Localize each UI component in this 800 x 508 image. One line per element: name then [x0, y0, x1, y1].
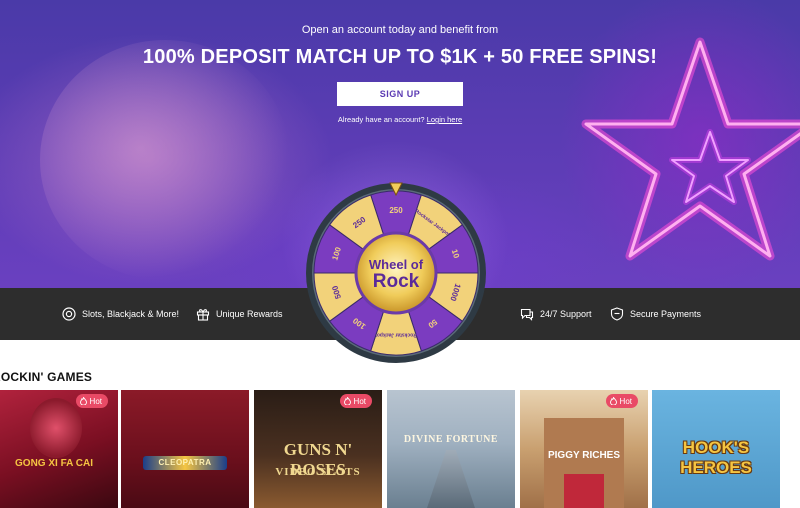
promo-subtitle: Open an account today and benefit from — [301, 24, 499, 36]
hot-badge-label: Hot — [619, 396, 632, 406]
game-art — [121, 390, 249, 508]
wheel-of-rock[interactable]: 250 Rockstar Jackpot10100050Rockstar Jack… — [304, 181, 488, 365]
game-tile-divine-fortune[interactable]: DIVINE FORTUNE — [387, 390, 515, 508]
game-title: PIGGY RICHES — [547, 450, 621, 461]
game-title: GONG XI FA CAI — [15, 458, 93, 469]
wheel-segment-label: 250 — [389, 206, 403, 215]
hot-badge-label: Hot — [89, 396, 102, 406]
shield-icon — [610, 307, 624, 321]
games-row: GONG XI FA CAI Hot CLEOPATRA GUNS N' ROS… — [0, 390, 800, 508]
wheel-title-line1: Wheel of — [369, 257, 424, 272]
wheel-title-line2: Rock — [373, 271, 420, 292]
chip-icon — [62, 307, 76, 321]
login-prompt: Already have an account? Login here — [0, 115, 800, 124]
game-tile-cleopatra[interactable]: CLEOPATRA — [121, 390, 249, 508]
game-title: DIVINE FORTUNE — [403, 434, 499, 445]
game-tile-guns-n-roses[interactable]: GUNS N' ROSES VIDEO SLOTS Hot — [254, 390, 382, 508]
game-title: CLEOPATRA — [158, 458, 212, 467]
hot-badge-label: Hot — [353, 396, 366, 406]
game-art-character — [30, 398, 82, 458]
login-link[interactable]: Login here — [427, 115, 462, 124]
login-prompt-text: Already have an account? — [337, 115, 425, 124]
hot-badge: Hot — [605, 394, 638, 408]
feature-rewards: Unique Rewards — [196, 288, 283, 340]
hot-badge: Hot — [75, 394, 108, 408]
feature-label: 24/7 Support — [540, 309, 592, 319]
game-title: HOOK'S HEROES — [680, 438, 752, 477]
game-tile-hooks-heroes[interactable]: HOOK'S HEROES — [652, 390, 780, 508]
sign-up-button[interactable]: SIGN UP — [337, 82, 463, 106]
flame-icon — [79, 397, 87, 405]
feature-payments: Secure Payments — [610, 288, 701, 340]
wheel-segment-label: Rockstar Jackpot — [375, 332, 417, 338]
flame-icon — [343, 397, 351, 405]
feature-label: Slots, Blackjack & More! — [82, 309, 180, 319]
game-tile-piggy-riches[interactable]: PIGGY RICHES Hot — [520, 390, 648, 508]
game-tile-gong-xi-fa-cai[interactable]: GONG XI FA CAI Hot — [0, 390, 118, 508]
promo-headline: 100% DEPOSIT MATCH UP TO $1K + 50 FREE S… — [142, 46, 658, 68]
hot-badge: Hot — [339, 394, 372, 408]
game-subtitle: VIDEO SLOTS — [275, 466, 361, 478]
feature-label: Unique Rewards — [216, 309, 283, 319]
flame-icon — [609, 397, 617, 405]
chat-icon — [520, 308, 534, 321]
feature-slots: Slots, Blackjack & More! — [62, 288, 179, 340]
rocker-image — [40, 40, 290, 280]
game-art-carpet — [564, 474, 604, 508]
gift-icon — [196, 309, 210, 321]
feature-label: Secure Payments — [630, 309, 702, 319]
section-title: ROCKIN' GAMES — [0, 370, 93, 384]
feature-support: 24/7 Support — [520, 288, 592, 340]
